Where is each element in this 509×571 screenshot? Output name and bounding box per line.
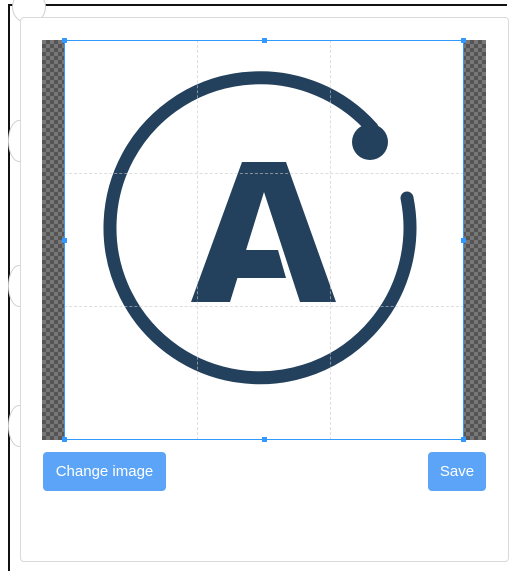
crop-handle-top-left[interactable] [62,38,67,43]
crop-selection-box[interactable] [64,40,464,440]
save-button[interactable]: Save [428,452,486,491]
crop-handle-top-right[interactable] [461,38,466,43]
crop-handle-right[interactable] [461,238,466,243]
crop-handle-bottom-right[interactable] [461,437,466,442]
crop-handle-bottom[interactable] [262,437,267,442]
crop-handle-left[interactable] [62,238,67,243]
crop-handle-top[interactable] [262,38,267,43]
crop-handle-bottom-left[interactable] [62,437,67,442]
change-image-button[interactable]: Change image [43,452,166,491]
